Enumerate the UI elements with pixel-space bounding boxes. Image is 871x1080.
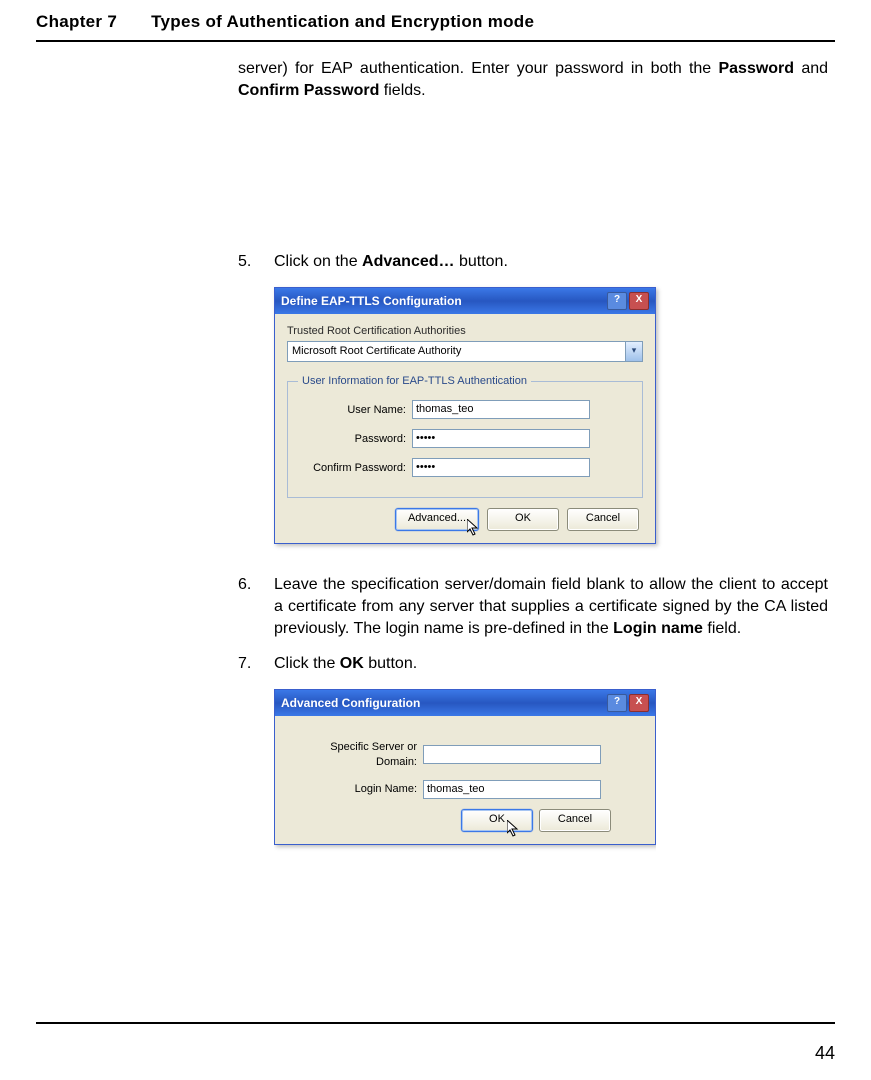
ok-button[interactable]: OK	[487, 508, 559, 531]
server-domain-label: Specific Server or Domain:	[289, 740, 423, 770]
trusted-root-label: Trusted Root Certification Authorities	[287, 324, 643, 339]
ok-button[interactable]: OK	[461, 809, 533, 832]
chevron-down-icon[interactable]: ▾	[625, 342, 642, 361]
eap-ttls-dialog: Define EAP-TTLS Configuration ? X Truste…	[274, 287, 656, 545]
cancel-button[interactable]: Cancel	[539, 809, 611, 832]
fieldset-legend: User Information for EAP-TTLS Authentica…	[298, 374, 531, 389]
dialog-title: Define EAP-TTLS Configuration	[281, 293, 462, 309]
password-label: Password:	[298, 432, 412, 447]
footer-rule	[36, 1022, 835, 1024]
chapter-header: Chapter 7 Types of Authentication and Enc…	[36, 12, 835, 32]
confirm-password-input[interactable]: •••••	[412, 458, 590, 477]
dialog-titlebar[interactable]: Define EAP-TTLS Configuration ? X	[275, 288, 655, 314]
step-text: Leave the specification server/domain fi…	[274, 574, 828, 639]
confirm-password-label: Confirm Password:	[298, 461, 412, 476]
user-info-fieldset: User Information for EAP-TTLS Authentica…	[287, 374, 643, 499]
dialog-title: Advanced Configuration	[281, 695, 420, 711]
trusted-root-combo[interactable]: Microsoft Root Certificate Authority ▾	[287, 341, 643, 362]
chapter-title: Types of Authentication and Encryption m…	[151, 12, 534, 31]
server-domain-input[interactable]	[423, 745, 601, 764]
step-5: 5. Click on the Advanced… button.	[238, 251, 828, 273]
cancel-button[interactable]: Cancel	[567, 508, 639, 531]
page-number: 44	[815, 1043, 835, 1064]
password-input[interactable]: •••••	[412, 429, 590, 448]
header-rule	[36, 40, 835, 42]
username-label: User Name:	[298, 403, 412, 418]
dialog-titlebar[interactable]: Advanced Configuration ? X	[275, 690, 655, 716]
step-number: 7.	[238, 653, 274, 675]
help-button[interactable]: ?	[607, 292, 627, 310]
login-name-input[interactable]: thomas_teo	[423, 780, 601, 799]
step-text: Click the OK button.	[274, 653, 828, 675]
chapter-label: Chapter 7	[36, 12, 117, 31]
intro-paragraph: server) for EAP authentication. Enter yo…	[238, 58, 828, 101]
step-7: 7. Click the OK button.	[238, 653, 828, 675]
advanced-button[interactable]: Advanced...	[395, 508, 479, 531]
login-name-label: Login Name:	[289, 782, 423, 797]
step-text: Click on the Advanced… button.	[274, 251, 828, 273]
help-button[interactable]: ?	[607, 694, 627, 712]
close-button[interactable]: X	[629, 292, 649, 310]
combo-value: Microsoft Root Certificate Authority	[288, 342, 625, 361]
close-button[interactable]: X	[629, 694, 649, 712]
username-input[interactable]: thomas_teo	[412, 400, 590, 419]
advanced-config-dialog: Advanced Configuration ? X Specific Serv…	[274, 689, 656, 845]
step-6: 6. Leave the specification server/domain…	[238, 574, 828, 639]
step-number: 5.	[238, 251, 274, 273]
step-number: 6.	[238, 574, 274, 639]
